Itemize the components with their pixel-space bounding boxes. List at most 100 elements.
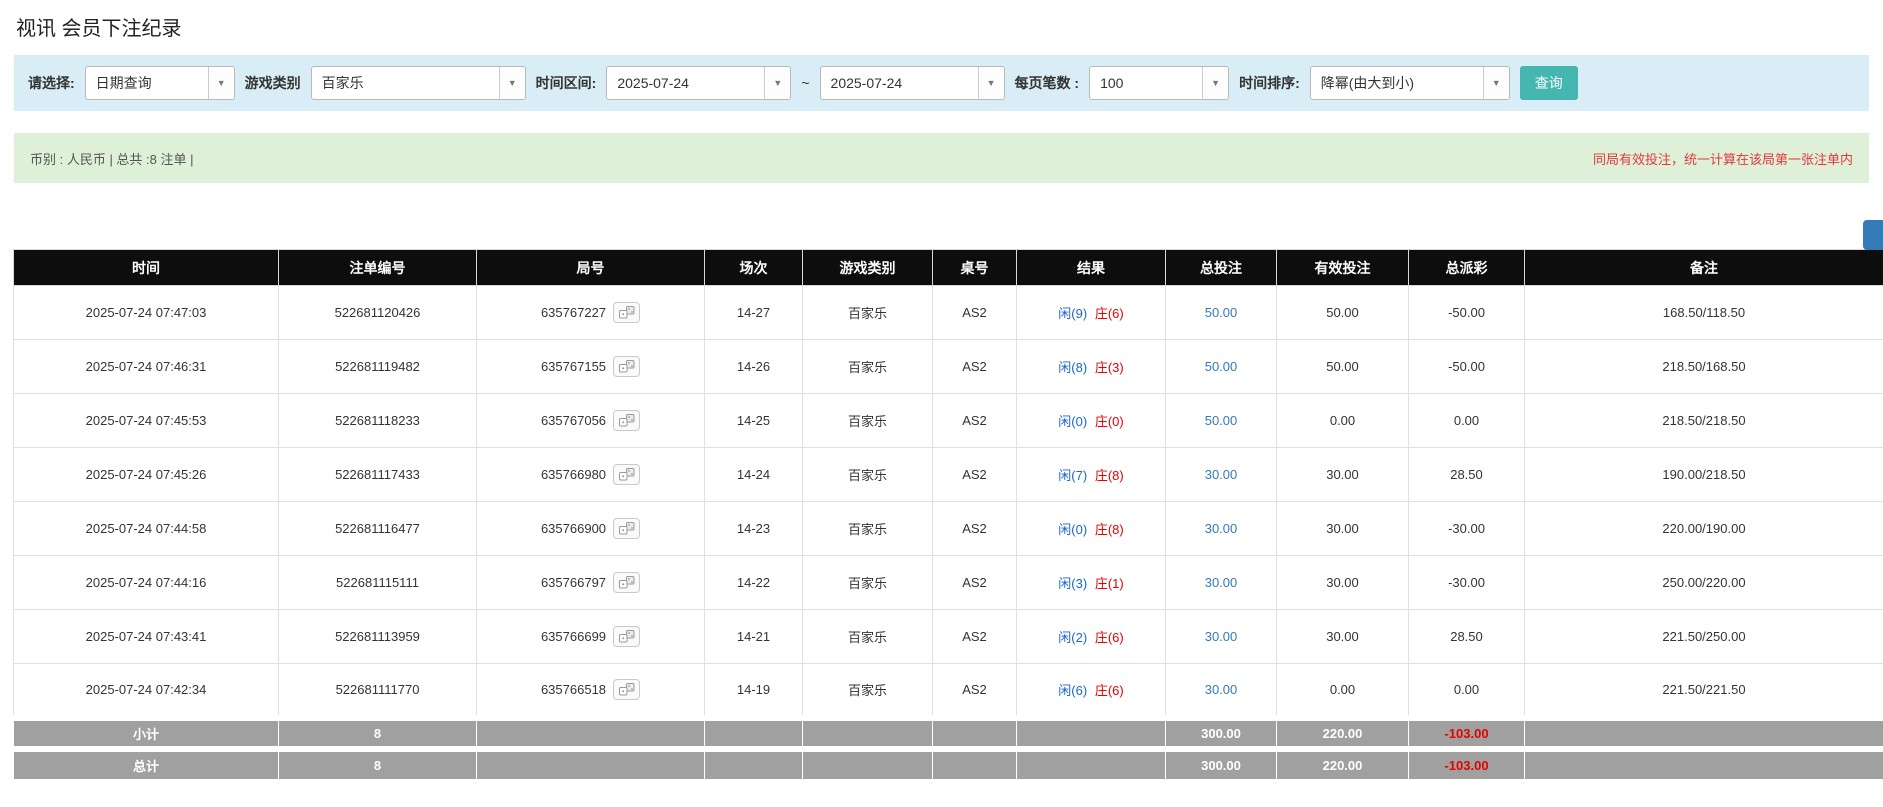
total-bet-link[interactable]: 50.00 [1205,359,1238,374]
cell-result: 闲(6) 庄(6) [1017,664,1166,718]
cell-game-type: 百家乐 [803,664,933,718]
cell-valid-bet: 30.00 [1277,448,1409,502]
result-banker: 庄(6) [1095,630,1124,645]
cell-payout: 0.00 [1409,394,1525,448]
cell-session: 14-23 [705,502,803,556]
cell-time: 2025-07-24 07:44:16 [14,556,279,610]
col-header-round: 局号 [477,250,705,286]
table-header-row: 时间 注单编号 局号 场次 游戏类别 桌号 结果 总投注 有效投注 总派彩 备注 [14,250,1883,286]
cell-valid-bet: 30.00 [1277,556,1409,610]
total-bet-link[interactable]: 30.00 [1205,682,1238,697]
round-number: 635766699 [541,629,606,644]
game-type-dropdown[interactable]: 百家乐 ▼ [311,66,526,100]
sort-label: 时间排序: [1239,73,1300,93]
total-bet-link[interactable]: 30.00 [1205,629,1238,644]
round-result-icon[interactable] [613,356,640,377]
date-from-input[interactable]: 2025-07-24 ▼ [606,66,791,100]
sort-dropdown[interactable]: 降幂(由大到小) ▼ [1310,66,1510,100]
result-player: 闲(9) [1058,306,1087,321]
page-size-dropdown[interactable]: 100 ▼ [1089,66,1229,100]
subtotal-count: 8 [279,718,477,749]
range-separator: ~ [801,75,809,91]
total-valid-bet: 220.00 [1277,749,1409,780]
cell-remark: 220.00/190.00 [1525,502,1883,556]
cell-round: 635766900 [477,502,705,556]
top-right-action-button[interactable] [1863,220,1883,250]
cell-time: 2025-07-24 07:47:03 [14,286,279,340]
chevron-down-icon[interactable]: ▼ [499,67,525,99]
empty-cell [1017,749,1166,780]
summary-bar: 币别 : 人民币 | 总共 :8 注单 | 同局有效投注，统一计算在该局第一张注… [14,133,1869,183]
cell-table-no: AS2 [933,448,1017,502]
game-type-value: 百家乐 [312,67,499,99]
chevron-down-icon[interactable]: ▼ [978,67,1004,99]
cell-payout: 28.50 [1409,610,1525,664]
subtotal-valid-bet: 220.00 [1277,718,1409,749]
chevron-down-icon[interactable]: ▼ [1202,67,1228,99]
empty-cell [1525,718,1883,749]
col-header-time: 时间 [14,250,279,286]
cell-payout: -50.00 [1409,340,1525,394]
table-body: 2025-07-24 07:47:03 522681120426 6357672… [14,286,1883,718]
empty-cell [933,718,1017,749]
cell-total-bet: 30.00 [1166,502,1277,556]
result-banker: 庄(0) [1095,414,1124,429]
chevron-down-icon[interactable]: ▼ [764,67,790,99]
cell-bet-id: 522681118233 [279,394,477,448]
round-result-icon[interactable] [613,626,640,647]
total-bet-link[interactable]: 30.00 [1205,575,1238,590]
search-button[interactable]: 查询 [1520,66,1578,100]
chevron-down-icon[interactable]: ▼ [1483,67,1509,99]
subtotal-row: 小计 8 300.00 220.00 -103.00 [14,718,1883,749]
cell-game-type: 百家乐 [803,286,933,340]
round-result-icon[interactable] [613,572,640,593]
result-banker: 庄(6) [1095,306,1124,321]
col-header-table-no: 桌号 [933,250,1017,286]
cell-total-bet: 50.00 [1166,394,1277,448]
page-size-label: 每页笔数 : [1015,73,1080,93]
round-number: 635766900 [541,521,606,536]
subtotal-payout: -103.00 [1409,718,1525,749]
page-size-value: 100 [1090,67,1202,99]
table-row: 2025-07-24 07:45:53 522681118233 6357670… [14,394,1883,448]
result-player: 闲(2) [1058,630,1087,645]
cell-remark: 221.50/250.00 [1525,610,1883,664]
total-bet-link[interactable]: 50.00 [1205,305,1238,320]
cell-round: 635767155 [477,340,705,394]
total-bet-link[interactable]: 30.00 [1205,467,1238,482]
query-type-dropdown[interactable]: 日期查询 ▼ [85,66,235,100]
round-number: 635767155 [541,359,606,374]
result-player: 闲(7) [1058,468,1087,483]
cell-game-type: 百家乐 [803,556,933,610]
cell-table-no: AS2 [933,664,1017,718]
empty-cell [1017,718,1166,749]
cell-bet-id: 522681119482 [279,340,477,394]
cell-round: 635767227 [477,286,705,340]
round-number: 635767056 [541,413,606,428]
total-bet-link[interactable]: 30.00 [1205,521,1238,536]
round-result-icon[interactable] [613,518,640,539]
cell-session: 14-21 [705,610,803,664]
empty-cell [803,749,933,780]
round-result-icon[interactable] [613,410,640,431]
total-payout: -103.00 [1409,749,1525,780]
round-result-icon[interactable] [613,302,640,323]
date-to-value: 2025-07-24 [821,67,978,99]
total-count: 8 [279,749,477,780]
cell-game-type: 百家乐 [803,610,933,664]
cell-payout: 0.00 [1409,664,1525,718]
date-to-input[interactable]: 2025-07-24 ▼ [820,66,1005,100]
total-row: 总计 8 300.00 220.00 -103.00 [14,749,1883,780]
empty-cell [1525,749,1883,780]
round-result-icon[interactable] [613,679,640,700]
cell-session: 14-22 [705,556,803,610]
cell-game-type: 百家乐 [803,394,933,448]
round-result-icon[interactable] [613,464,640,485]
empty-cell [705,718,803,749]
table-row: 2025-07-24 07:45:26 522681117433 6357669… [14,448,1883,502]
total-bet-link[interactable]: 50.00 [1205,413,1238,428]
cell-bet-id: 522681113959 [279,610,477,664]
cell-bet-id: 522681116477 [279,502,477,556]
cell-result: 闲(9) 庄(6) [1017,286,1166,340]
chevron-down-icon[interactable]: ▼ [208,67,234,99]
